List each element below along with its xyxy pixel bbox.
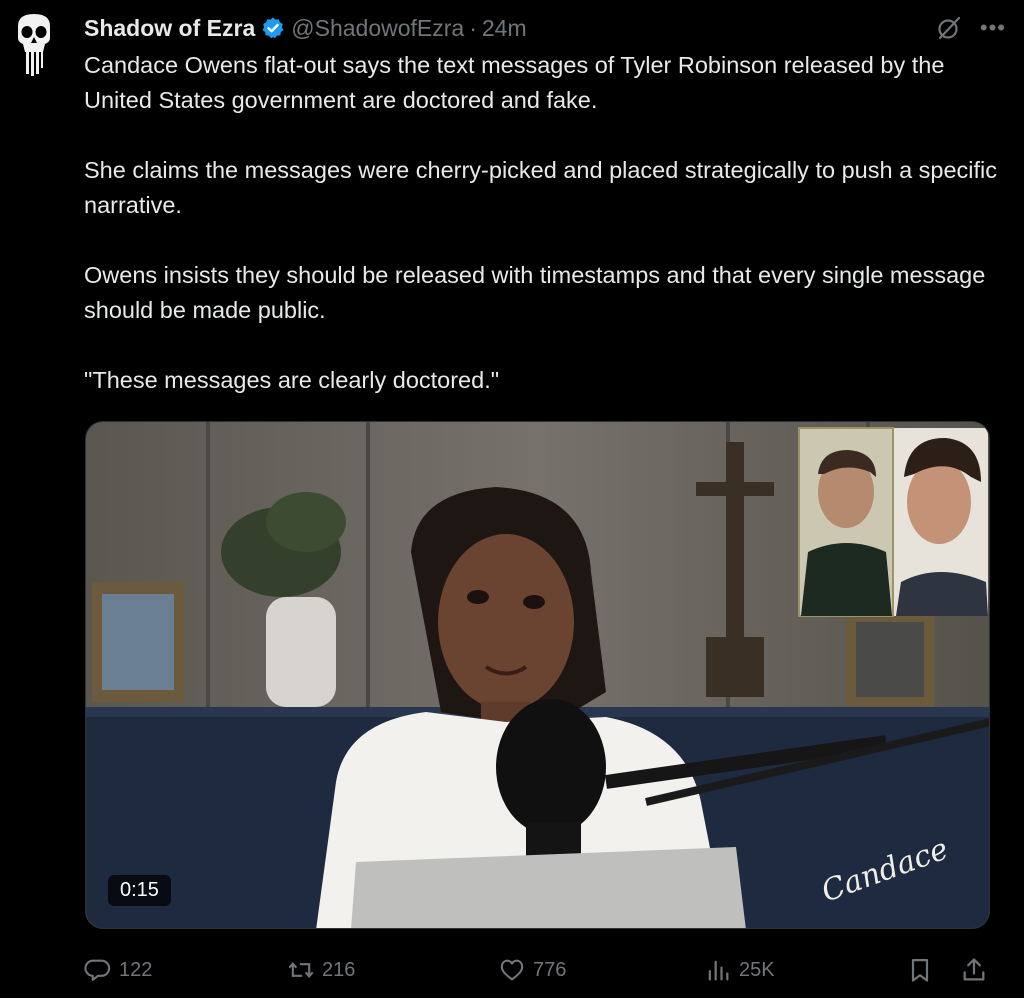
share-icon [963,958,985,981]
views-count: 25K [739,958,775,981]
separator-dot: · [469,14,477,41]
display-name[interactable]: Shadow of Ezra [84,15,255,42]
bookmark-button[interactable] [906,956,934,984]
repost-count: 216 [322,958,356,981]
tweet-paragraph: Candace Owens flat-out says the text mes… [84,52,945,113]
tweet-header: Shadow of Ezra @ShadowofEzra · 24m ••• [84,12,1006,44]
timestamp[interactable]: 24m [482,15,527,42]
views-button[interactable]: 25K [704,956,775,984]
verified-badge-icon [262,17,284,39]
grok-icon[interactable] [936,15,962,41]
video-thumbnail [86,422,989,928]
share-button[interactable] [960,956,988,984]
reply-button[interactable]: 122 [84,956,152,984]
header-actions: ••• [936,12,1006,44]
bookmark-icon [911,958,929,982]
reply-icon [84,959,111,981]
like-button[interactable]: 776 [498,956,566,984]
video-player[interactable]: 0:15 Candace [85,421,990,929]
tweet-paragraph: Owens insists they should be released wi… [84,262,986,323]
skull-avatar-icon[interactable] [12,12,56,76]
tweet-text: Candace Owens flat-out says the text mes… [84,48,1004,433]
handle[interactable]: @ShadowofEzra [291,15,464,42]
video-duration: 0:15 [108,875,171,906]
heart-icon [500,959,524,981]
reply-count: 122 [119,958,153,981]
views-icon [708,960,729,981]
more-icon[interactable]: ••• [980,15,1006,41]
repost-button[interactable]: 216 [287,956,355,984]
tweet-paragraph: "These messages are clearly doctored." [84,367,500,393]
like-count: 776 [533,958,567,981]
tweet-actions: 122 216 776 25K [84,952,994,988]
tweet-paragraph: She claims the messages were cherry-pick… [84,157,998,218]
repost-icon [288,961,314,979]
